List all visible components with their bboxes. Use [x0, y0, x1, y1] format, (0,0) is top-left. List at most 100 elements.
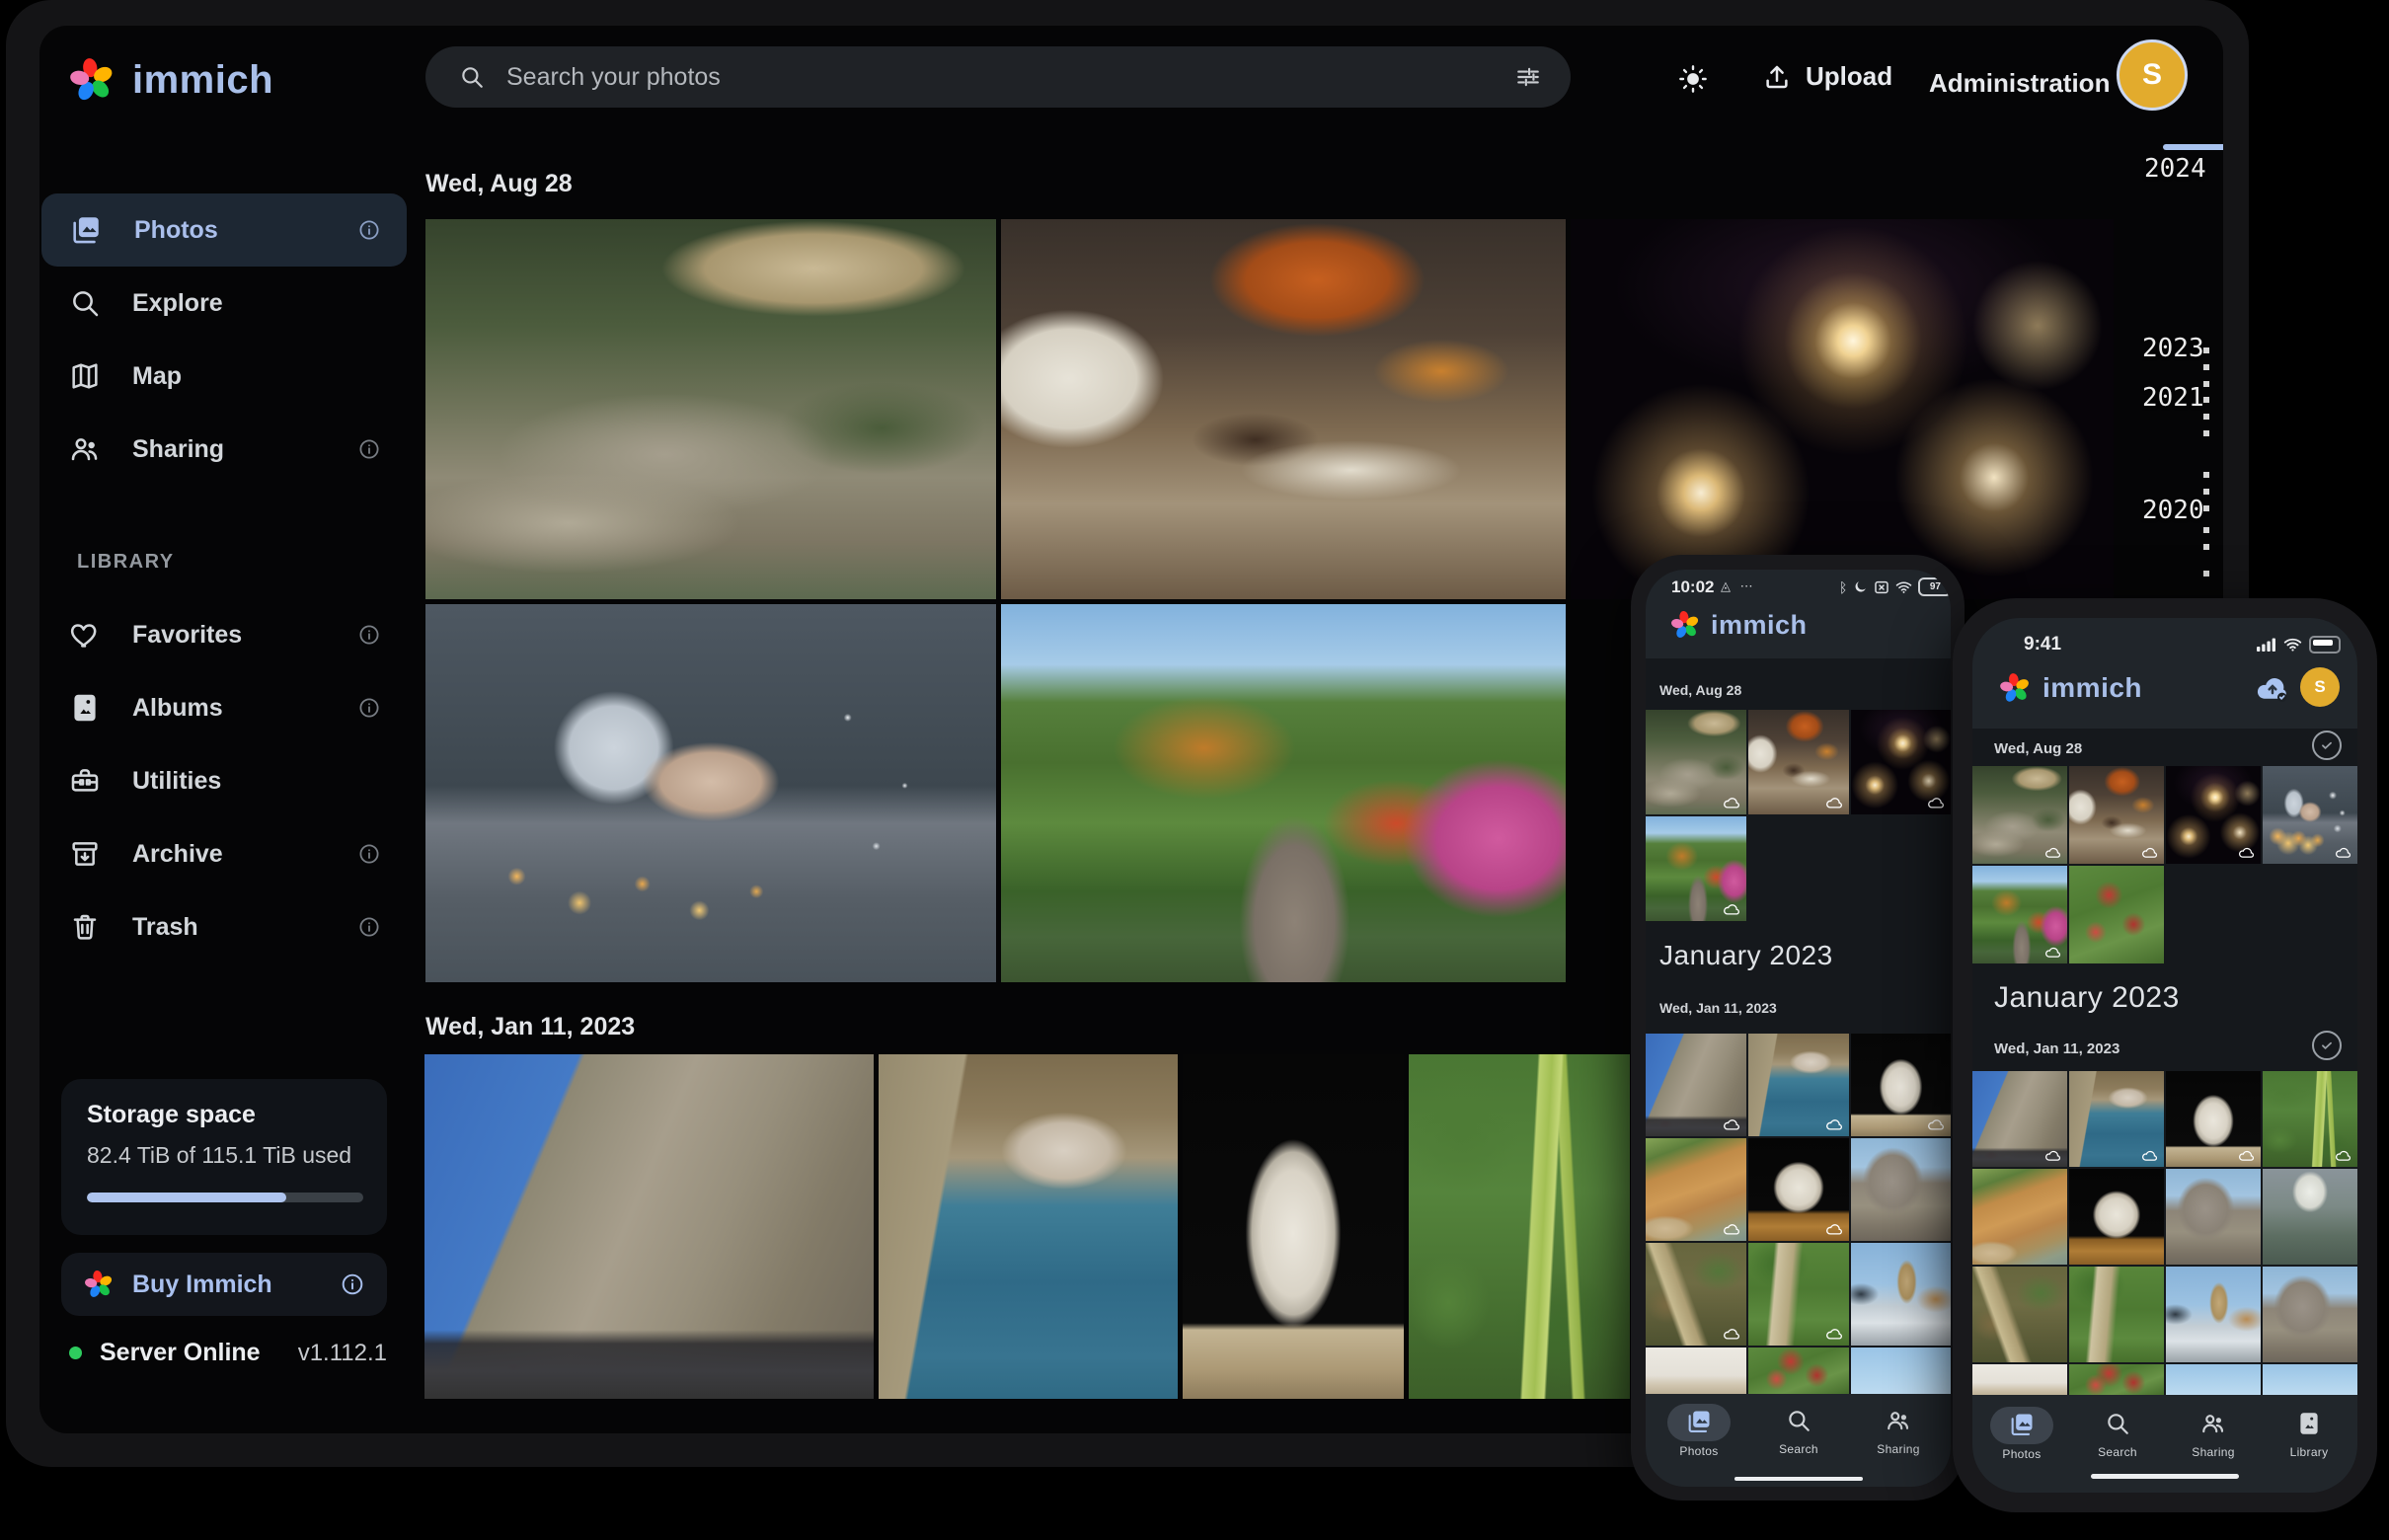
- sidebar-item-albums[interactable]: Albums: [41, 671, 407, 744]
- buy-immich-label: Buy Immich: [132, 1270, 272, 1299]
- photo-thumbnail-cliff[interactable]: [1646, 1138, 1746, 1241]
- photo-thumbnail-dinner[interactable]: [2069, 766, 2164, 864]
- theme-toggle-button[interactable]: [1677, 63, 1709, 95]
- photo-holding-hands[interactable]: [425, 604, 996, 982]
- photo-thumbnail-lizard[interactable]: [1972, 1267, 2067, 1362]
- nav-tab-search[interactable]: Search: [2073, 1411, 2162, 1459]
- nav-tab-search[interactable]: Search: [1754, 1408, 1843, 1456]
- phone-month-header: January 2023: [1659, 940, 1833, 971]
- nav-tab-photos[interactable]: Photos: [1655, 1408, 1743, 1458]
- nav-tab-label: Photos: [1679, 1444, 1718, 1458]
- photo-thumbnail-park[interactable]: [1972, 866, 2067, 963]
- nav-tab-library[interactable]: Library: [2265, 1411, 2353, 1459]
- nav-tab-label: Sharing: [2192, 1445, 2234, 1459]
- photo-coastal-town[interactable]: [879, 1054, 1178, 1399]
- photo-thumbnail-sculpture[interactable]: [1748, 1138, 1849, 1241]
- info-icon[interactable]: [357, 915, 381, 939]
- photo-thumbnail-park[interactable]: [1646, 816, 1746, 921]
- info-icon[interactable]: [357, 696, 381, 720]
- photo-green-berries[interactable]: [1409, 1054, 1630, 1399]
- photo-thumbnail-ruins[interactable]: [2263, 1267, 2357, 1362]
- photo-thumbnail-cliff[interactable]: [1972, 1169, 2067, 1265]
- sharing-people-icon: [2200, 1411, 2226, 1436]
- search-filter-icon[interactable]: [1515, 64, 1541, 90]
- photo-thumbnail[interactable]: [1646, 1348, 1746, 1394]
- home-indicator[interactable]: [2091, 1474, 2239, 1479]
- sidebar-item-sharing[interactable]: Sharing: [41, 413, 407, 486]
- photo-thumbnail[interactable]: [2166, 1364, 2261, 1395]
- nav-tab-photos[interactable]: Photos: [1977, 1411, 2066, 1461]
- administration-link[interactable]: Administration: [1929, 68, 2110, 99]
- photo-zoo-monkeys[interactable]: [425, 219, 996, 599]
- sidebar-item-archive[interactable]: Archive: [41, 817, 407, 890]
- photo-thumbnail-hands[interactable]: [2263, 766, 2357, 864]
- home-indicator[interactable]: [1734, 1477, 1863, 1481]
- status-system-icons: ᛒ 97: [1839, 578, 1951, 596]
- info-icon[interactable]: [357, 842, 381, 866]
- photo-thumbnail-dinner[interactable]: [1748, 710, 1849, 814]
- photo-thumbnail-sculpture[interactable]: [2069, 1169, 2164, 1265]
- photo-thumbnail-fortress[interactable]: [1972, 1071, 2067, 1167]
- server-version[interactable]: v1.112.1: [298, 1340, 387, 1367]
- photo-autumn-park[interactable]: [1001, 604, 1566, 982]
- photo-fortress-walls[interactable]: [424, 1054, 874, 1399]
- app-logo-text: immich: [2042, 672, 2142, 704]
- photo-thumbnail-church[interactable]: [1851, 1243, 1951, 1346]
- user-avatar[interactable]: S: [2300, 667, 2340, 707]
- sidebar-item-label: Sharing: [132, 435, 224, 464]
- select-all-check-icon[interactable]: [2312, 731, 2342, 760]
- photo-thumbnail-coast[interactable]: [2069, 1071, 2164, 1167]
- backup-cloud-button[interactable]: [2255, 675, 2290, 703]
- sidebar-item-trash[interactable]: Trash: [41, 890, 407, 963]
- nav-tab-sharing[interactable]: Sharing: [2169, 1411, 2258, 1459]
- sidebar-item-photos[interactable]: Photos: [41, 193, 407, 267]
- sidebar-item-map[interactable]: Map: [41, 340, 407, 413]
- map-icon: [69, 360, 101, 392]
- photo-thumbnail-zoo[interactable]: [1972, 766, 2067, 864]
- photo-thumbnail-bust[interactable]: [2166, 1071, 2261, 1167]
- photo-marble-bust[interactable]: [1183, 1054, 1404, 1399]
- select-all-check-icon[interactable]: [2312, 1031, 2342, 1060]
- photo-thumbnail-lizard[interactable]: [1748, 1243, 1849, 1346]
- photo-fireworks[interactable]: [1571, 219, 2114, 599]
- photo-thumbnail-coast[interactable]: [1748, 1034, 1849, 1136]
- sidebar-item-utilities[interactable]: Utilities: [41, 744, 407, 817]
- info-icon[interactable]: [357, 437, 381, 461]
- photo-thumbnail[interactable]: [2263, 1364, 2357, 1395]
- info-icon[interactable]: [340, 1271, 365, 1297]
- sidebar-item-explore[interactable]: Explore: [41, 267, 407, 340]
- photo-thumbnail-ruins[interactable]: [1851, 1138, 1951, 1241]
- photo-thumbnail-zoo[interactable]: [1646, 710, 1746, 814]
- photo-thumbnail-ruins[interactable]: [2166, 1169, 2261, 1265]
- photo-thumbnail-fireworks[interactable]: [2166, 766, 2261, 864]
- photo-thumbnail-flowers[interactable]: [2069, 866, 2164, 963]
- sidebar-item-label: Favorites: [132, 621, 242, 650]
- photo-autumn-dinner[interactable]: [1001, 219, 1566, 599]
- photo-thumbnail-lizard[interactable]: [1646, 1243, 1746, 1346]
- user-avatar[interactable]: S: [2117, 39, 2188, 111]
- scrubber-position-indicator[interactable]: [2163, 144, 2223, 150]
- buy-immich-button[interactable]: Buy Immich: [61, 1253, 387, 1316]
- upload-label: Upload: [1806, 61, 1892, 92]
- app-logo[interactable]: immich: [67, 45, 294, 115]
- photos-icon: [1685, 1408, 1713, 1435]
- nav-tab-sharing[interactable]: Sharing: [1854, 1408, 1943, 1456]
- sidebar-item-favorites[interactable]: Favorites: [41, 598, 407, 671]
- photo-thumbnail[interactable]: [1972, 1364, 2067, 1395]
- photo-thumbnail[interactable]: [2069, 1364, 2164, 1395]
- photo-thumbnail[interactable]: [1748, 1348, 1849, 1394]
- sidebar-item-label: Photos: [134, 216, 218, 245]
- photo-thumbnail-lizard[interactable]: [2069, 1267, 2164, 1362]
- photo-thumbnail-church[interactable]: [2166, 1267, 2261, 1362]
- photo-thumbnail[interactable]: [1851, 1348, 1951, 1394]
- photo-thumbnail-fountain[interactable]: [2263, 1169, 2357, 1265]
- photo-thumbnail-berries[interactable]: [2263, 1071, 2357, 1167]
- search-bar[interactable]: Search your photos: [425, 46, 1571, 108]
- photo-thumbnail-bust[interactable]: [1851, 1034, 1951, 1136]
- server-online-dot: [69, 1347, 82, 1359]
- photo-thumbnail-fireworks[interactable]: [1851, 710, 1951, 814]
- info-icon[interactable]: [357, 623, 381, 647]
- info-icon[interactable]: [357, 218, 381, 242]
- upload-button[interactable]: Upload: [1762, 61, 1892, 92]
- photo-thumbnail-fortress[interactable]: [1646, 1034, 1746, 1136]
